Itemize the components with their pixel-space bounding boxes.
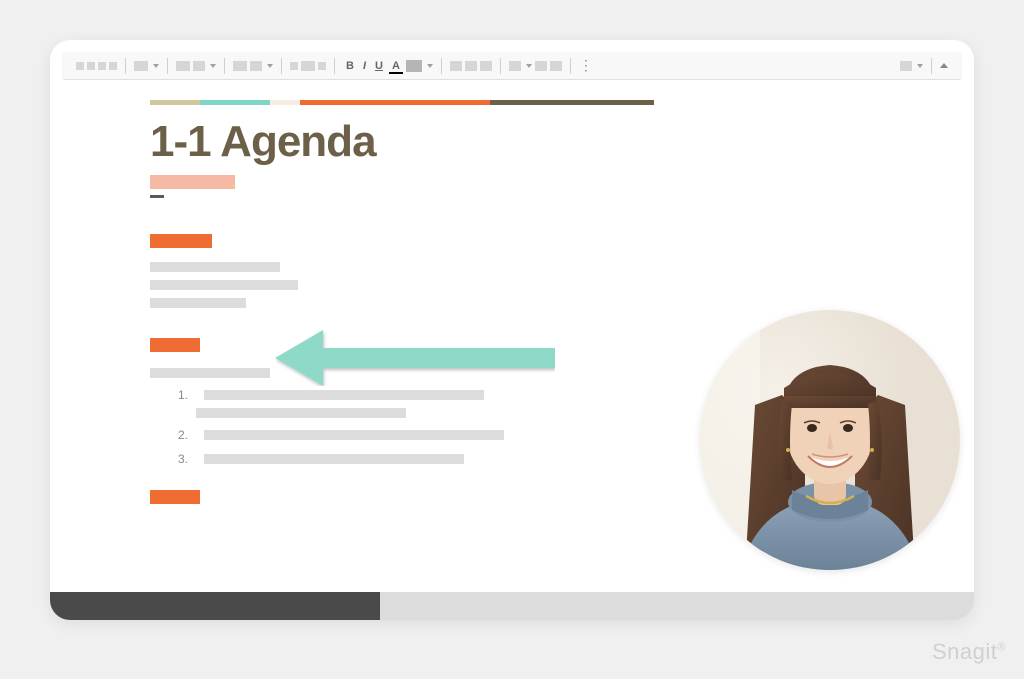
stripe-segment xyxy=(270,100,300,105)
comment-icon[interactable] xyxy=(465,61,477,71)
divider-dash xyxy=(150,195,164,198)
font-select-2[interactable] xyxy=(250,61,262,71)
font-color-label: A xyxy=(392,60,400,72)
list-text-placeholder xyxy=(204,390,484,400)
body-text-placeholder[interactable] xyxy=(150,280,298,290)
chevron-down-icon[interactable] xyxy=(917,64,923,68)
chevron-down-icon[interactable] xyxy=(267,64,273,68)
redo-icon[interactable] xyxy=(87,62,95,70)
list-text-placeholder xyxy=(204,430,504,440)
watermark-text: Snagit xyxy=(932,639,997,664)
toolbar-separator xyxy=(281,58,282,74)
toolbar-group-format: B I U A xyxy=(339,60,437,72)
font-color-button[interactable]: A xyxy=(389,60,403,72)
registered-symbol: ® xyxy=(997,642,1006,654)
section-heading-placeholder[interactable] xyxy=(150,338,200,352)
underline-button[interactable]: U xyxy=(372,60,386,72)
align-icon[interactable] xyxy=(509,61,521,71)
undo-icon[interactable] xyxy=(76,62,84,70)
font-color-swatch xyxy=(389,72,403,74)
print-icon[interactable] xyxy=(98,62,106,70)
collapse-toolbar-button[interactable] xyxy=(936,63,952,68)
section-heading-placeholder[interactable] xyxy=(150,234,212,248)
highlighted-subtitle-placeholder[interactable] xyxy=(150,175,235,189)
chevron-down-icon[interactable] xyxy=(210,64,216,68)
link-icon[interactable] xyxy=(450,61,462,71)
webcam-avatar-overlay xyxy=(700,310,960,570)
section-heading-placeholder[interactable] xyxy=(150,490,200,504)
body-text-placeholder[interactable] xyxy=(150,368,270,378)
window-status-bar-accent xyxy=(50,592,380,620)
chevron-down-icon[interactable] xyxy=(153,64,159,68)
toolbar-separator xyxy=(500,58,501,74)
paint-format-icon[interactable] xyxy=(109,62,117,70)
formatting-toolbar: B I U A ⋮ xyxy=(62,52,962,80)
toolbar-separator xyxy=(334,58,335,74)
image-icon[interactable] xyxy=(480,61,492,71)
list-number: 3. xyxy=(178,452,194,466)
list-number: 1. xyxy=(178,388,194,402)
list-text-placeholder xyxy=(196,408,406,418)
list-text-placeholder xyxy=(204,454,464,464)
document-title[interactable]: 1-1 Agenda xyxy=(150,117,974,167)
bold-button[interactable]: B xyxy=(343,60,357,72)
line-spacing-icon[interactable] xyxy=(535,61,547,71)
highlight-color-button[interactable] xyxy=(406,60,422,72)
header-color-stripe xyxy=(150,100,654,105)
italic-button[interactable]: I xyxy=(360,60,369,72)
stripe-segment xyxy=(200,100,270,105)
toolbar-group-size[interactable] xyxy=(286,61,330,71)
toolbar-group-insert[interactable] xyxy=(446,61,496,71)
stripe-segment xyxy=(150,100,200,105)
body-text-placeholder[interactable] xyxy=(150,298,246,308)
stripe-segment xyxy=(490,100,654,105)
chevron-down-icon[interactable] xyxy=(427,64,433,68)
increase-size-icon[interactable] xyxy=(318,62,326,70)
toolbar-group-editing[interactable] xyxy=(896,61,927,71)
chevron-down-icon[interactable] xyxy=(526,64,532,68)
list-number: 2. xyxy=(178,428,194,442)
toolbar-separator xyxy=(224,58,225,74)
more-tools-button[interactable]: ⋮ xyxy=(575,57,597,74)
style-select[interactable] xyxy=(176,61,190,71)
toolbar-separator xyxy=(167,58,168,74)
style-select-2[interactable] xyxy=(193,61,205,71)
toolbar-separator xyxy=(441,58,442,74)
editing-mode-icon[interactable] xyxy=(900,61,912,71)
toolbar-group-zoom[interactable] xyxy=(130,61,163,71)
decrease-size-icon[interactable] xyxy=(290,62,298,70)
font-select[interactable] xyxy=(233,61,247,71)
person-avatar-illustration xyxy=(700,310,960,570)
toolbar-group-align[interactable] xyxy=(505,61,566,71)
toolbar-separator xyxy=(931,58,932,74)
toolbar-group-undo[interactable] xyxy=(72,62,121,70)
toolbar-group-font[interactable] xyxy=(229,61,277,71)
list-icon[interactable] xyxy=(550,61,562,71)
toolbar-separator xyxy=(125,58,126,74)
toolbar-separator xyxy=(570,58,571,74)
snagit-watermark: Snagit® xyxy=(932,639,1006,665)
zoom-value[interactable] xyxy=(134,61,148,71)
toolbar-group-styles[interactable] xyxy=(172,61,220,71)
chevron-up-icon xyxy=(940,63,948,68)
body-text-placeholder[interactable] xyxy=(150,262,280,272)
font-size-value[interactable] xyxy=(301,61,315,71)
stripe-segment xyxy=(300,100,490,105)
